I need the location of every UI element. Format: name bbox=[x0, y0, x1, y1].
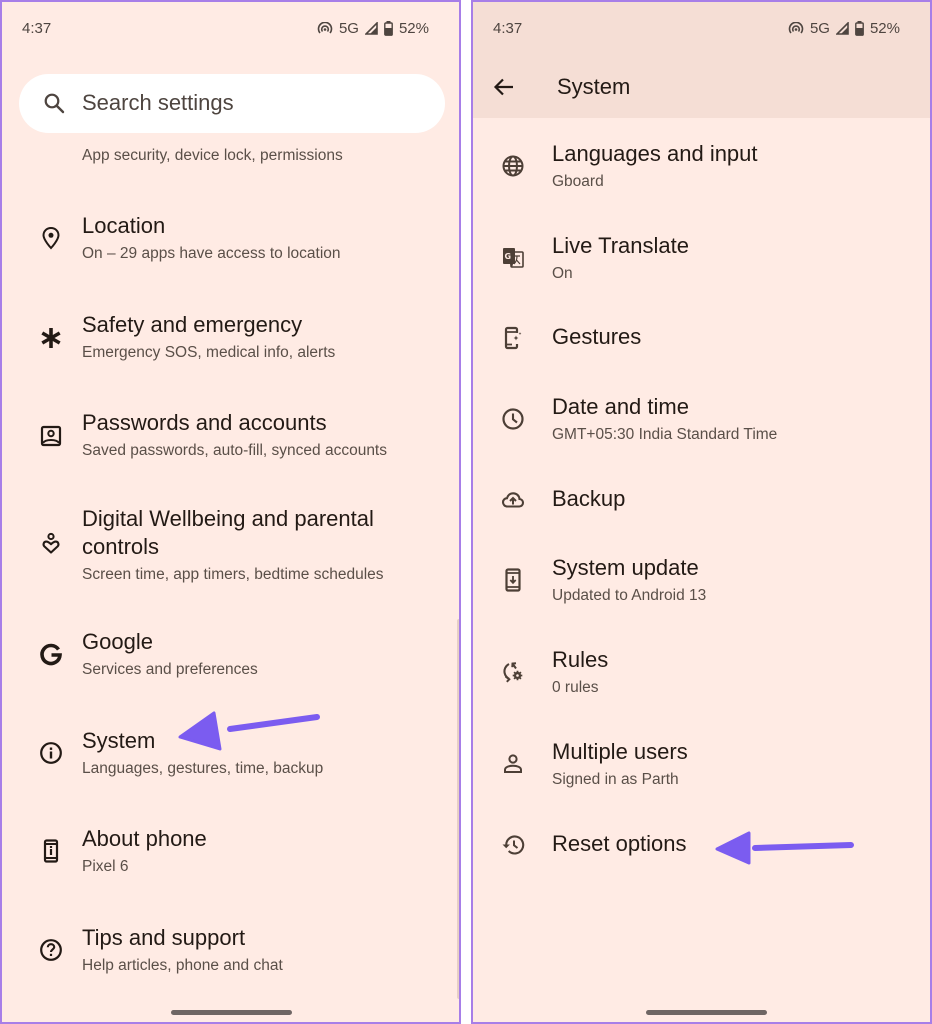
item-title: Google bbox=[82, 629, 153, 654]
system-item-date-time[interactable]: Date and time GMT+05:30 India Standard T… bbox=[473, 388, 930, 458]
item-subtitle: On bbox=[552, 265, 573, 282]
page-title: System bbox=[557, 74, 631, 99]
item-title: Gestures bbox=[552, 324, 642, 349]
settings-item-location[interactable]: Location On – 29 apps have access to loc… bbox=[2, 207, 459, 277]
system-item-rules[interactable]: Rules 0 rules bbox=[473, 641, 930, 711]
system-update-icon bbox=[505, 568, 521, 592]
settings-item-digital-wellbeing[interactable]: Digital Wellbeing and parental controls … bbox=[2, 500, 459, 595]
location-pin-icon bbox=[42, 226, 60, 250]
status-bar: 4:37 5G 52% bbox=[2, 2, 459, 56]
status-time: 4:37 bbox=[22, 20, 52, 37]
item-title: Rules bbox=[552, 647, 609, 672]
settings-item-passwords[interactable]: Passwords and accounts Saved passwords, … bbox=[2, 404, 459, 474]
system-item-backup[interactable]: Backup bbox=[473, 482, 930, 522]
system-item-live-translate[interactable]: G Live Translate On bbox=[473, 227, 930, 297]
item-title: Digital Wellbeing and parental bbox=[82, 506, 374, 531]
gestures-phone-icon bbox=[504, 326, 522, 350]
history-icon bbox=[502, 835, 525, 855]
item-subtitle: Emergency SOS, medical info, alerts bbox=[82, 344, 336, 361]
back-arrow-icon[interactable] bbox=[493, 76, 515, 98]
search-placeholder: Search settings bbox=[82, 90, 234, 115]
item-title: Languages and input bbox=[552, 141, 758, 166]
signal-icon bbox=[364, 22, 378, 35]
system-item-gestures[interactable]: Gestures bbox=[473, 320, 930, 360]
clock-icon bbox=[502, 408, 524, 430]
item-title: Date and time bbox=[552, 394, 689, 419]
item-title: About phone bbox=[82, 826, 207, 851]
system-item-reset-options[interactable]: Reset options bbox=[473, 827, 930, 867]
search-icon bbox=[44, 93, 65, 114]
help-icon bbox=[40, 939, 62, 961]
home-gesture-handle[interactable] bbox=[171, 1010, 292, 1015]
item-title: System bbox=[82, 728, 156, 753]
signal-icon bbox=[835, 22, 849, 35]
item-title: System update bbox=[552, 555, 699, 580]
item-subtitle: GMT+05:30 India Standard Time bbox=[552, 426, 778, 443]
settings-item-tips-support[interactable]: Tips and support Help articles, phone an… bbox=[2, 919, 459, 989]
system-item-languages[interactable]: Languages and input Gboard bbox=[473, 135, 930, 205]
item-subtitle: Services and preferences bbox=[82, 661, 258, 678]
svg-text:G: G bbox=[505, 252, 512, 261]
account-box-icon bbox=[40, 425, 62, 447]
wellbeing-heart-icon bbox=[42, 532, 60, 554]
item-subtitle: Signed in as Parth bbox=[552, 771, 679, 788]
person-icon bbox=[504, 754, 522, 773]
item-title: Multiple users bbox=[552, 739, 688, 764]
item-subtitle: Help articles, phone and chat bbox=[82, 957, 283, 974]
phone-info-icon bbox=[43, 839, 59, 863]
rules-icon bbox=[503, 662, 523, 683]
status-icons: 5G 52% bbox=[788, 20, 900, 37]
hotspot-icon bbox=[788, 21, 804, 34]
google-g-icon bbox=[40, 643, 62, 666]
item-title: Reset options bbox=[552, 831, 687, 856]
network-type: 5G bbox=[809, 20, 830, 37]
scrollbar[interactable] bbox=[457, 619, 459, 999]
item-title: Backup bbox=[552, 486, 626, 511]
item-subtitle: On – 29 apps have access to location bbox=[82, 245, 341, 262]
system-settings-screen: System 4:37 5G 52% Languages and input G… bbox=[471, 0, 932, 1024]
status-icons: 5G 52% bbox=[317, 20, 429, 37]
item-title-line2: controls bbox=[82, 534, 160, 559]
status-bar: 4:37 5G 52% bbox=[473, 2, 930, 56]
item-subtitle: App security, device lock, permissions bbox=[82, 147, 343, 164]
settings-item-about-phone[interactable]: About phone Pixel 6 bbox=[2, 820, 459, 890]
search-settings-bar[interactable]: Search settings bbox=[19, 74, 445, 133]
info-icon bbox=[40, 742, 62, 764]
item-title: Safety and emergency bbox=[82, 312, 303, 337]
item-title: Location bbox=[82, 213, 166, 238]
battery-icon bbox=[855, 21, 864, 36]
home-gesture-handle[interactable] bbox=[646, 1010, 767, 1015]
settings-item-safety[interactable]: Safety and emergency Emergency SOS, medi… bbox=[2, 306, 459, 376]
translate-icon: G bbox=[503, 248, 524, 268]
item-subtitle: Gboard bbox=[552, 173, 604, 190]
hotspot-icon bbox=[317, 21, 333, 34]
settings-item-security-partial[interactable]: App security, device lock, permissions bbox=[2, 145, 459, 169]
item-subtitle: Pixel 6 bbox=[82, 858, 129, 875]
settings-item-google[interactable]: Google Services and preferences bbox=[2, 623, 459, 693]
cloud-upload-icon bbox=[501, 492, 525, 508]
item-subtitle: Saved passwords, auto-fill, synced accou… bbox=[82, 442, 387, 459]
item-subtitle: Languages, gestures, time, backup bbox=[82, 760, 324, 777]
system-item-system-update[interactable]: System update Updated to Android 13 bbox=[473, 549, 930, 619]
battery-icon bbox=[384, 21, 393, 36]
battery-level: 52% bbox=[869, 20, 900, 37]
settings-screen: 4:37 5G 52% Search settings App security… bbox=[0, 0, 461, 1024]
globe-icon bbox=[502, 155, 524, 177]
status-time: 4:37 bbox=[493, 20, 523, 37]
asterisk-icon bbox=[41, 328, 61, 348]
settings-item-system[interactable]: System Languages, gestures, time, backup bbox=[2, 722, 459, 792]
battery-level: 52% bbox=[398, 20, 429, 37]
item-title: Tips and support bbox=[82, 925, 246, 950]
system-item-multiple-users[interactable]: Multiple users Signed in as Parth bbox=[473, 733, 930, 803]
network-type: 5G bbox=[338, 20, 359, 37]
item-title: Passwords and accounts bbox=[82, 410, 327, 435]
item-subtitle: 0 rules bbox=[552, 679, 599, 696]
item-subtitle: Screen time, app timers, bedtime schedul… bbox=[82, 566, 384, 583]
item-title: Live Translate bbox=[552, 233, 689, 258]
item-subtitle: Updated to Android 13 bbox=[552, 587, 707, 604]
